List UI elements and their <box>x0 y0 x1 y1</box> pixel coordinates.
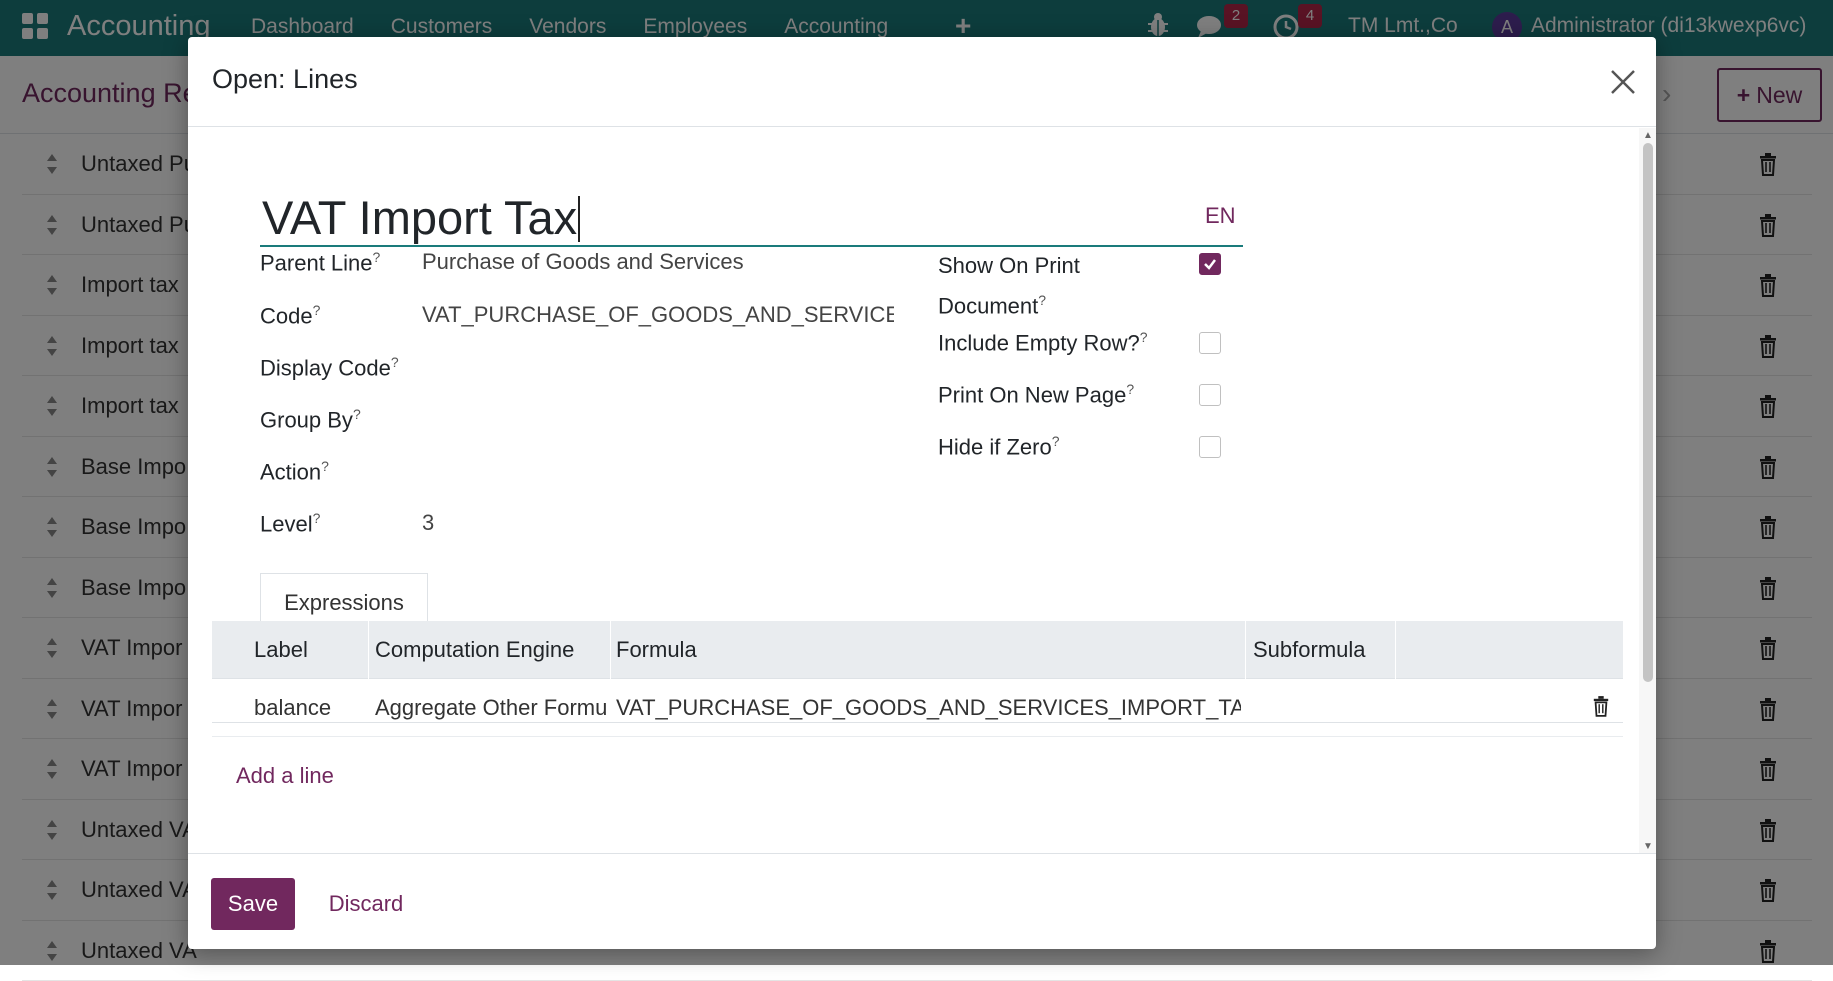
modal-title: Open: Lines <box>212 64 358 95</box>
code-field[interactable]: VAT_PURCHASE_OF_GOODS_AND_SERVICES_IMPOR… <box>422 302 894 328</box>
show-on-print-checkbox[interactable] <box>1199 253 1221 275</box>
column-divider <box>1395 621 1396 679</box>
scrollbar-thumb[interactable] <box>1643 143 1653 682</box>
add-line-link[interactable]: Add a line <box>236 763 334 789</box>
display-code-label: Display Code? <box>260 354 399 381</box>
hide-if-zero-label: Hide if Zero? <box>938 433 1060 460</box>
level-label: Level? <box>260 510 320 537</box>
modal-header: Open: Lines <box>188 37 1656 127</box>
include-empty-row-checkbox[interactable] <box>1199 332 1221 354</box>
display-code-field[interactable] <box>422 354 894 384</box>
discard-button[interactable]: Discard <box>308 878 424 930</box>
modal-body: VAT Import Tax EN Parent Line? Purchase … <box>188 128 1656 853</box>
text-caret <box>578 196 580 242</box>
action-label: Action? <box>260 458 329 485</box>
modal-footer: Save Discard <box>188 853 1656 949</box>
help-tooltip-icon[interactable]: ? <box>313 510 321 526</box>
expressions-table: Label Computation Engine Formula Subform… <box>212 621 1623 737</box>
help-tooltip-icon[interactable]: ? <box>1126 381 1134 397</box>
save-button[interactable]: Save <box>211 878 295 930</box>
help-tooltip-icon[interactable]: ? <box>391 354 399 370</box>
checkmark-icon <box>1203 257 1217 271</box>
column-divider <box>368 621 369 679</box>
help-tooltip-icon[interactable]: ? <box>313 302 321 318</box>
cell-engine[interactable]: Aggregate Other Formulas <box>375 695 607 721</box>
line-dialog: Open: Lines VAT Import Tax EN Parent Lin… <box>188 37 1656 949</box>
show-on-print-label: Show On PrintDocument? <box>938 249 1080 323</box>
record-name-value: VAT Import Tax <box>262 191 577 244</box>
scroll-down-arrow-icon[interactable]: ▼ <box>1642 841 1654 851</box>
help-tooltip-icon[interactable]: ? <box>353 406 361 422</box>
group-by-label: Group By? <box>260 406 361 433</box>
help-tooltip-icon[interactable]: ? <box>1038 292 1046 308</box>
help-tooltip-icon[interactable]: ? <box>373 249 381 265</box>
cell-formula[interactable]: VAT_PURCHASE_OF_GOODS_AND_SERVICES_IMPOR… <box>616 695 1241 721</box>
column-header-subformula[interactable]: Subformula <box>1253 637 1366 663</box>
hide-if-zero-checkbox[interactable] <box>1199 436 1221 458</box>
parent-line-label: Parent Line? <box>260 249 380 276</box>
print-on-new-page-checkbox[interactable] <box>1199 384 1221 406</box>
table-row[interactable]: balance Aggregate Other Formulas VAT_PUR… <box>212 679 1623 737</box>
print-on-new-page-label: Print On New Page? <box>938 381 1134 408</box>
column-divider <box>1245 621 1246 679</box>
column-header-label[interactable]: Label <box>254 637 308 663</box>
column-header-formula[interactable]: Formula <box>616 637 697 663</box>
close-icon[interactable] <box>1608 67 1638 97</box>
group-by-field[interactable] <box>422 406 894 436</box>
record-name-input[interactable]: VAT Import Tax <box>260 184 1243 247</box>
include-empty-row-label: Include Empty Row?? <box>938 329 1148 356</box>
help-tooltip-icon[interactable]: ? <box>1052 433 1060 449</box>
scroll-up-arrow-icon[interactable]: ▲ <box>1642 130 1654 140</box>
action-field[interactable] <box>422 458 894 488</box>
parent-line-field[interactable]: Purchase of Goods and Services <box>422 249 842 275</box>
level-field[interactable]: 3 <box>422 510 522 536</box>
column-divider <box>610 621 611 679</box>
trash-icon[interactable] <box>1592 695 1610 717</box>
column-header-engine[interactable]: Computation Engine <box>375 637 574 663</box>
help-tooltip-icon[interactable]: ? <box>1140 329 1148 345</box>
language-button[interactable]: EN <box>1205 203 1236 229</box>
table-header-row: Label Computation Engine Formula Subform… <box>212 621 1623 679</box>
cell-label[interactable]: balance <box>254 695 364 721</box>
code-label: Code? <box>260 302 320 329</box>
help-tooltip-icon[interactable]: ? <box>321 458 329 474</box>
